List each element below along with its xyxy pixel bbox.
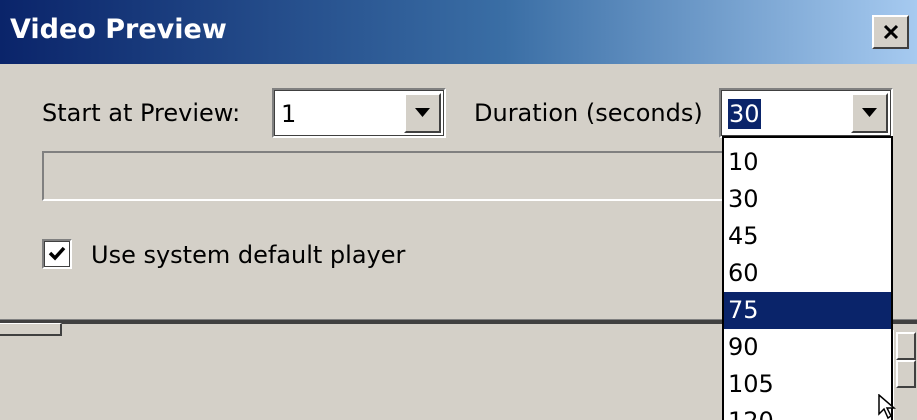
mouse-cursor-icon (878, 394, 897, 420)
chevron-down-icon (862, 108, 877, 117)
start-at-preview-label: Start at Preview: (42, 99, 241, 127)
dropdown-option[interactable]: 105 (724, 366, 891, 403)
close-icon (883, 24, 899, 40)
duration-label: Duration (seconds) (474, 99, 703, 127)
start-at-preview-dropdown-button[interactable] (404, 93, 441, 133)
dropdown-option[interactable]: 90 (724, 329, 891, 366)
dropdown-option[interactable]: 30 (724, 181, 891, 218)
duration-combo[interactable]: 30 (719, 88, 893, 138)
checkmark-icon (48, 246, 66, 261)
chevron-down-icon (415, 108, 430, 117)
title-bar[interactable]: Video Preview (0, 0, 917, 64)
window-title: Video Preview (10, 14, 227, 45)
scroll-button-down[interactable] (896, 360, 916, 388)
dropdown-option[interactable]: 120 (724, 403, 891, 420)
dropdown-option-highlighted[interactable]: 75 (724, 292, 891, 329)
stage: Video Preview Start at Preview: 1 Durati… (0, 0, 917, 420)
preview-progress-bar (42, 151, 742, 201)
start-at-preview-value: 1 (281, 100, 297, 128)
duration-dropdown-list[interactable]: 10 30 45 60 75 90 105 120 (722, 136, 893, 420)
duration-dropdown-button[interactable] (851, 93, 888, 133)
start-at-preview-combo[interactable]: 1 (272, 88, 446, 138)
scroll-button-up[interactable] (896, 332, 916, 360)
use-system-default-player-checkbox[interactable] (42, 239, 72, 269)
dropdown-option[interactable]: 60 (724, 255, 891, 292)
close-button[interactable] (872, 15, 909, 49)
use-system-default-player-label[interactable]: Use system default player (91, 240, 405, 270)
dropdown-option[interactable]: 45 (724, 218, 891, 255)
dropdown-option[interactable]: 10 (724, 144, 891, 181)
background-control (0, 323, 62, 336)
duration-value: 30 (728, 99, 761, 129)
